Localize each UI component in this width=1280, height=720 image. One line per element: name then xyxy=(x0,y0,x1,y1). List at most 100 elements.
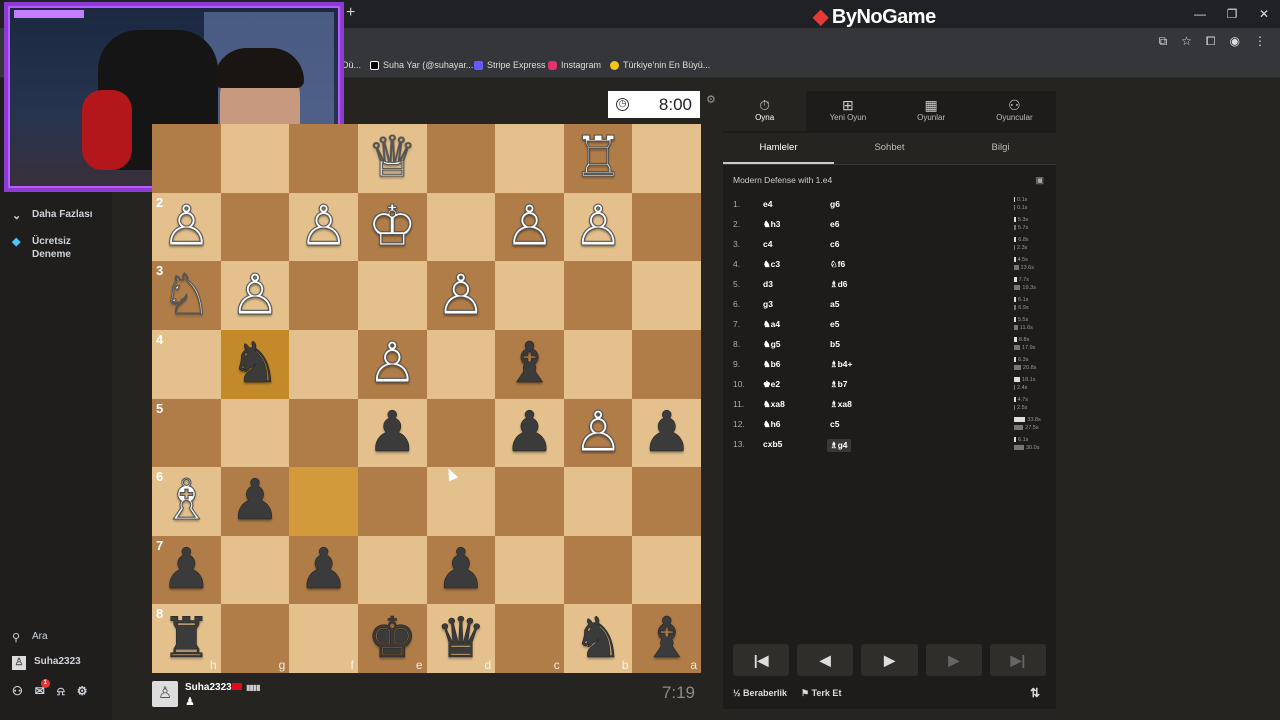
chess-piece[interactable]: ♛ xyxy=(435,610,486,667)
chess-piece[interactable]: ♙ xyxy=(504,198,555,255)
white-move[interactable]: ♞c3 xyxy=(763,259,780,270)
chess-piece[interactable]: ♞ xyxy=(573,610,624,667)
black-move[interactable]: g6 xyxy=(830,199,840,209)
chess-piece[interactable]: ♙ xyxy=(572,404,623,461)
chess-piece[interactable]: ♙ xyxy=(298,198,349,255)
board-square[interactable] xyxy=(632,124,701,193)
board-square[interactable]: ♙ xyxy=(495,192,564,262)
bookmark-item[interactable]: Dü... xyxy=(342,60,361,70)
board-square[interactable] xyxy=(289,467,358,536)
chess-piece[interactable]: ♟ xyxy=(161,541,212,598)
board-square[interactable] xyxy=(289,329,358,399)
board-square[interactable] xyxy=(357,261,427,330)
black-move[interactable]: ♗g4 xyxy=(827,439,851,452)
board-square[interactable]: ♙ xyxy=(563,192,633,262)
black-move[interactable]: c5 xyxy=(830,419,839,429)
sidebar-user[interactable]: ♙ Suha2323 xyxy=(12,656,81,670)
board-square[interactable] xyxy=(563,261,633,330)
chess-piece[interactable]: ♙ xyxy=(161,198,212,255)
chess-piece[interactable]: ♟ xyxy=(298,541,349,598)
board-square[interactable]: 7 ♟ xyxy=(152,535,221,605)
sidebar-item-free-trial[interactable]: ◆ Ücretsiz Deneme xyxy=(12,235,82,261)
white-move[interactable]: ♞g5 xyxy=(763,339,781,350)
board-square[interactable]: ♕ xyxy=(357,124,427,193)
tab-games[interactable]: ▦ Oyunlar xyxy=(890,91,973,131)
board-square[interactable]: f xyxy=(289,604,358,673)
black-move[interactable]: e6 xyxy=(830,219,839,229)
black-move[interactable]: c6 xyxy=(830,239,839,249)
black-move[interactable]: a5 xyxy=(830,299,839,309)
board-square[interactable] xyxy=(495,261,564,330)
chess-piece[interactable]: ♟ xyxy=(641,404,692,461)
profile-icon[interactable]: ◉ xyxy=(1230,34,1240,49)
settings-icon[interactable]: ⚙ xyxy=(77,684,88,698)
draw-button[interactable]: ½ Beraberlik xyxy=(733,688,787,698)
board-square[interactable] xyxy=(426,329,496,399)
white-move[interactable]: ♚e2 xyxy=(763,379,780,390)
extensions-icon[interactable]: ⧠ xyxy=(1206,34,1216,49)
white-move[interactable]: ♞b6 xyxy=(763,359,781,370)
tab-chat[interactable]: Sohbet xyxy=(834,133,945,164)
board-square[interactable] xyxy=(152,124,221,193)
chess-piece[interactable]: ♙ xyxy=(572,198,623,255)
play-button[interactable]: ▶ xyxy=(861,644,918,676)
board-square[interactable] xyxy=(426,124,496,193)
board-square[interactable]: ♞ xyxy=(220,329,290,399)
board-square[interactable]: e ♚ xyxy=(357,604,427,673)
board-square[interactable] xyxy=(220,535,290,605)
chess-piece[interactable]: ♟ xyxy=(435,541,486,598)
chess-piece[interactable]: ♟ xyxy=(504,404,555,461)
board-square[interactable]: b ♞ xyxy=(563,604,633,673)
board-square[interactable]: ♙ xyxy=(563,398,633,468)
black-move[interactable]: ♘f6 xyxy=(830,259,845,270)
board-square[interactable] xyxy=(220,192,290,262)
sidebar-search[interactable]: ⚲ Ara xyxy=(12,631,48,644)
board-square[interactable] xyxy=(632,192,701,262)
board-square[interactable]: ♙ xyxy=(289,192,358,262)
tab-new-game[interactable]: ⊞ Yeni Oyun xyxy=(806,91,889,131)
menu-icon[interactable]: ⋮ xyxy=(1254,34,1266,49)
tab-players[interactable]: ⚇ Oyuncular xyxy=(973,91,1056,131)
black-move[interactable]: b5 xyxy=(830,339,840,349)
board-square[interactable] xyxy=(220,398,290,468)
board-square[interactable] xyxy=(632,467,701,536)
board-square[interactable] xyxy=(289,124,358,193)
board-square[interactable]: ♖ xyxy=(563,124,633,193)
board-square[interactable]: ♟ xyxy=(495,398,564,468)
board-square[interactable]: g xyxy=(220,604,290,673)
white-move[interactable]: c4 xyxy=(763,239,772,249)
tab-moves[interactable]: Hamleler xyxy=(723,133,834,164)
friends-icon[interactable]: ⚇ xyxy=(12,684,23,698)
bookmark-item[interactable]: Stripe Express xyxy=(474,60,546,70)
chess-piece[interactable]: ♙ xyxy=(435,267,486,324)
board-square[interactable] xyxy=(357,535,427,605)
chess-piece[interactable]: ♟ xyxy=(230,473,281,530)
board-square[interactable]: d ♛ xyxy=(426,604,496,673)
black-move[interactable]: ♗xa8 xyxy=(830,399,852,410)
board-square[interactable]: 2 ♙ xyxy=(152,192,221,262)
chess-piece[interactable]: ♟ xyxy=(367,404,418,461)
board-square[interactable] xyxy=(426,467,496,536)
board-square[interactable] xyxy=(220,124,290,193)
board-square[interactable] xyxy=(563,467,633,536)
board-square[interactable]: ♟ xyxy=(426,535,496,605)
board-square[interactable] xyxy=(563,535,633,605)
chess-board[interactable]: ♕ ♖ 2 ♙ ♙ ♔ ♙ ♙ 3 ♘ ♙ ♙ 4 ♞ ♙ ♝ 5 ♟ ♟ ♙ ♟ 6 ♗ ♟ 7 ♟ ♟ ♟ 8 h ♜ g f e ♚ d ♛ c b ♞… xyxy=(152,124,701,673)
board-square[interactable] xyxy=(357,467,427,536)
board-square[interactable] xyxy=(632,535,701,605)
chess-piece[interactable]: ♕ xyxy=(367,129,418,186)
chess-piece[interactable]: ♗ xyxy=(161,472,212,529)
board-square[interactable]: 4 xyxy=(152,329,221,399)
chess-piece[interactable]: ♝ xyxy=(504,335,555,392)
board-square[interactable] xyxy=(632,329,701,399)
board-square[interactable] xyxy=(495,467,564,536)
trash-icon[interactable]: ▣ xyxy=(1035,175,1044,186)
close-button[interactable]: ✕ xyxy=(1248,0,1280,28)
board-square[interactable]: 8 h ♜ xyxy=(152,604,221,673)
black-move[interactable]: ♗d6 xyxy=(830,279,848,290)
first-move-button[interactable]: |◀ xyxy=(733,644,790,676)
mail-icon[interactable]: ✉ 1 xyxy=(35,679,50,698)
last-move-button[interactable]: ▶| xyxy=(989,644,1047,676)
board-square[interactable] xyxy=(289,398,358,468)
white-move[interactable]: ♞a4 xyxy=(763,319,780,330)
